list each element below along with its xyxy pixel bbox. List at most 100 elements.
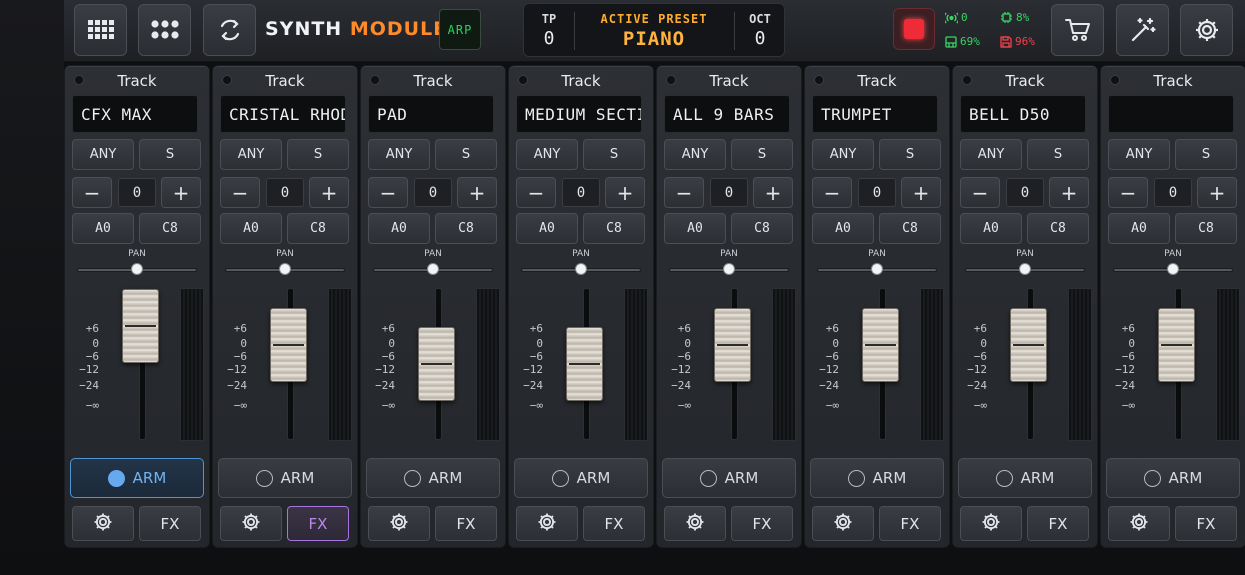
low-key-button[interactable]: A0 <box>72 213 134 244</box>
keyboard-grid-button[interactable] <box>74 4 127 56</box>
transpose-minus-button[interactable]: − <box>812 177 852 208</box>
fx-button[interactable]: FX <box>287 506 349 541</box>
settings-button[interactable] <box>1180 4 1233 56</box>
arp-toggle[interactable]: ARP <box>439 9 481 50</box>
transpose-minus-button[interactable]: − <box>960 177 1000 208</box>
midi-channel-button[interactable]: ANY <box>1108 139 1170 170</box>
high-key-button[interactable]: C8 <box>435 213 497 244</box>
pan-knob[interactable] <box>427 263 439 275</box>
transpose-minus-button[interactable]: − <box>516 177 556 208</box>
high-key-button[interactable]: C8 <box>731 213 793 244</box>
track-name-display[interactable]: ALL 9 BARS <box>664 95 790 133</box>
transpose-plus-button[interactable]: + <box>1049 177 1089 208</box>
pan-knob[interactable] <box>1167 263 1179 275</box>
magic-wand-button[interactable] <box>1116 4 1169 56</box>
pan-knob[interactable] <box>279 263 291 275</box>
low-key-button[interactable]: A0 <box>220 213 282 244</box>
track-settings-button[interactable] <box>516 506 578 541</box>
volume-fader[interactable] <box>1158 308 1195 382</box>
midi-channel-button[interactable]: ANY <box>368 139 430 170</box>
midi-channel-button[interactable]: ANY <box>960 139 1022 170</box>
low-key-button[interactable]: A0 <box>368 213 430 244</box>
track-name-display[interactable]: CRISTAL RHODES <box>220 95 346 133</box>
solo-mode-button[interactable]: S <box>1175 139 1237 170</box>
fx-button[interactable]: FX <box>1175 506 1237 541</box>
high-key-button[interactable]: C8 <box>879 213 941 244</box>
high-key-button[interactable]: C8 <box>139 213 201 244</box>
transpose-plus-button[interactable]: + <box>1197 177 1237 208</box>
solo-mode-button[interactable]: S <box>731 139 793 170</box>
solo-mode-button[interactable]: S <box>583 139 645 170</box>
track-settings-button[interactable] <box>220 506 282 541</box>
track-name-display[interactable]: BELL D50 <box>960 95 1086 133</box>
fx-button[interactable]: FX <box>583 506 645 541</box>
arm-button[interactable]: ARM <box>514 458 648 498</box>
transpose-minus-button[interactable]: − <box>368 177 408 208</box>
octave-display[interactable]: OCT 0 <box>734 4 786 56</box>
high-key-button[interactable]: C8 <box>583 213 645 244</box>
transpose-plus-button[interactable]: + <box>309 177 349 208</box>
volume-fader[interactable] <box>1010 308 1047 382</box>
midi-channel-button[interactable]: ANY <box>516 139 578 170</box>
transpose-plus-button[interactable]: + <box>605 177 645 208</box>
pan-knob[interactable] <box>1019 263 1031 275</box>
pan-knob[interactable] <box>871 263 883 275</box>
solo-mode-button[interactable]: S <box>287 139 349 170</box>
low-key-button[interactable]: A0 <box>664 213 726 244</box>
arm-button[interactable]: ARM <box>1106 458 1240 498</box>
track-name-display[interactable]: TRUMPET <box>812 95 938 133</box>
high-key-button[interactable]: C8 <box>1175 213 1237 244</box>
arm-button[interactable]: ARM <box>70 458 204 498</box>
high-key-button[interactable]: C8 <box>287 213 349 244</box>
track-name-display[interactable] <box>1108 95 1234 133</box>
track-settings-button[interactable] <box>664 506 726 541</box>
track-settings-button[interactable] <box>1108 506 1170 541</box>
track-name-display[interactable]: PAD <box>368 95 494 133</box>
transpose-plus-button[interactable]: + <box>161 177 201 208</box>
volume-fader[interactable] <box>714 308 751 382</box>
volume-fader[interactable] <box>566 327 603 401</box>
fx-button[interactable]: FX <box>1027 506 1089 541</box>
arm-button[interactable]: ARM <box>366 458 500 498</box>
volume-fader[interactable] <box>122 289 159 363</box>
low-key-button[interactable]: A0 <box>812 213 874 244</box>
arm-button[interactable]: ARM <box>810 458 944 498</box>
fx-button[interactable]: FX <box>879 506 941 541</box>
transpose-plus-button[interactable]: + <box>457 177 497 208</box>
transpose-display[interactable]: TP 0 <box>524 4 574 56</box>
midi-channel-button[interactable]: ANY <box>664 139 726 170</box>
arm-button[interactable]: ARM <box>218 458 352 498</box>
midi-channel-button[interactable]: ANY <box>812 139 874 170</box>
fx-button[interactable]: FX <box>731 506 793 541</box>
track-name-display[interactable]: CFX MAX <box>72 95 198 133</box>
track-settings-button[interactable] <box>72 506 134 541</box>
active-preset-display[interactable]: ACTIVE PRESET PIANO <box>574 4 734 56</box>
track-name-display[interactable]: MEDIUM SECTION <box>516 95 642 133</box>
high-key-button[interactable]: C8 <box>1027 213 1089 244</box>
store-button[interactable] <box>1051 4 1104 56</box>
transpose-minus-button[interactable]: − <box>72 177 112 208</box>
volume-fader[interactable] <box>862 308 899 382</box>
transpose-plus-button[interactable]: + <box>753 177 793 208</box>
transpose-minus-button[interactable]: − <box>220 177 260 208</box>
arm-button[interactable]: ARM <box>958 458 1092 498</box>
record-button[interactable] <box>893 8 935 50</box>
pan-knob[interactable] <box>723 263 735 275</box>
low-key-button[interactable]: A0 <box>1108 213 1170 244</box>
fx-button[interactable]: FX <box>435 506 497 541</box>
transpose-minus-button[interactable]: − <box>1108 177 1148 208</box>
solo-mode-button[interactable]: S <box>1027 139 1089 170</box>
fx-button[interactable]: FX <box>139 506 201 541</box>
solo-mode-button[interactable]: S <box>139 139 201 170</box>
midi-channel-button[interactable]: ANY <box>72 139 134 170</box>
arm-button[interactable]: ARM <box>662 458 796 498</box>
volume-fader[interactable] <box>418 327 455 401</box>
track-settings-button[interactable] <box>960 506 1022 541</box>
low-key-button[interactable]: A0 <box>960 213 1022 244</box>
transpose-plus-button[interactable]: + <box>901 177 941 208</box>
transpose-minus-button[interactable]: − <box>664 177 704 208</box>
track-settings-button[interactable] <box>812 506 874 541</box>
pan-knob[interactable] <box>575 263 587 275</box>
low-key-button[interactable]: A0 <box>516 213 578 244</box>
pan-knob[interactable] <box>131 263 143 275</box>
